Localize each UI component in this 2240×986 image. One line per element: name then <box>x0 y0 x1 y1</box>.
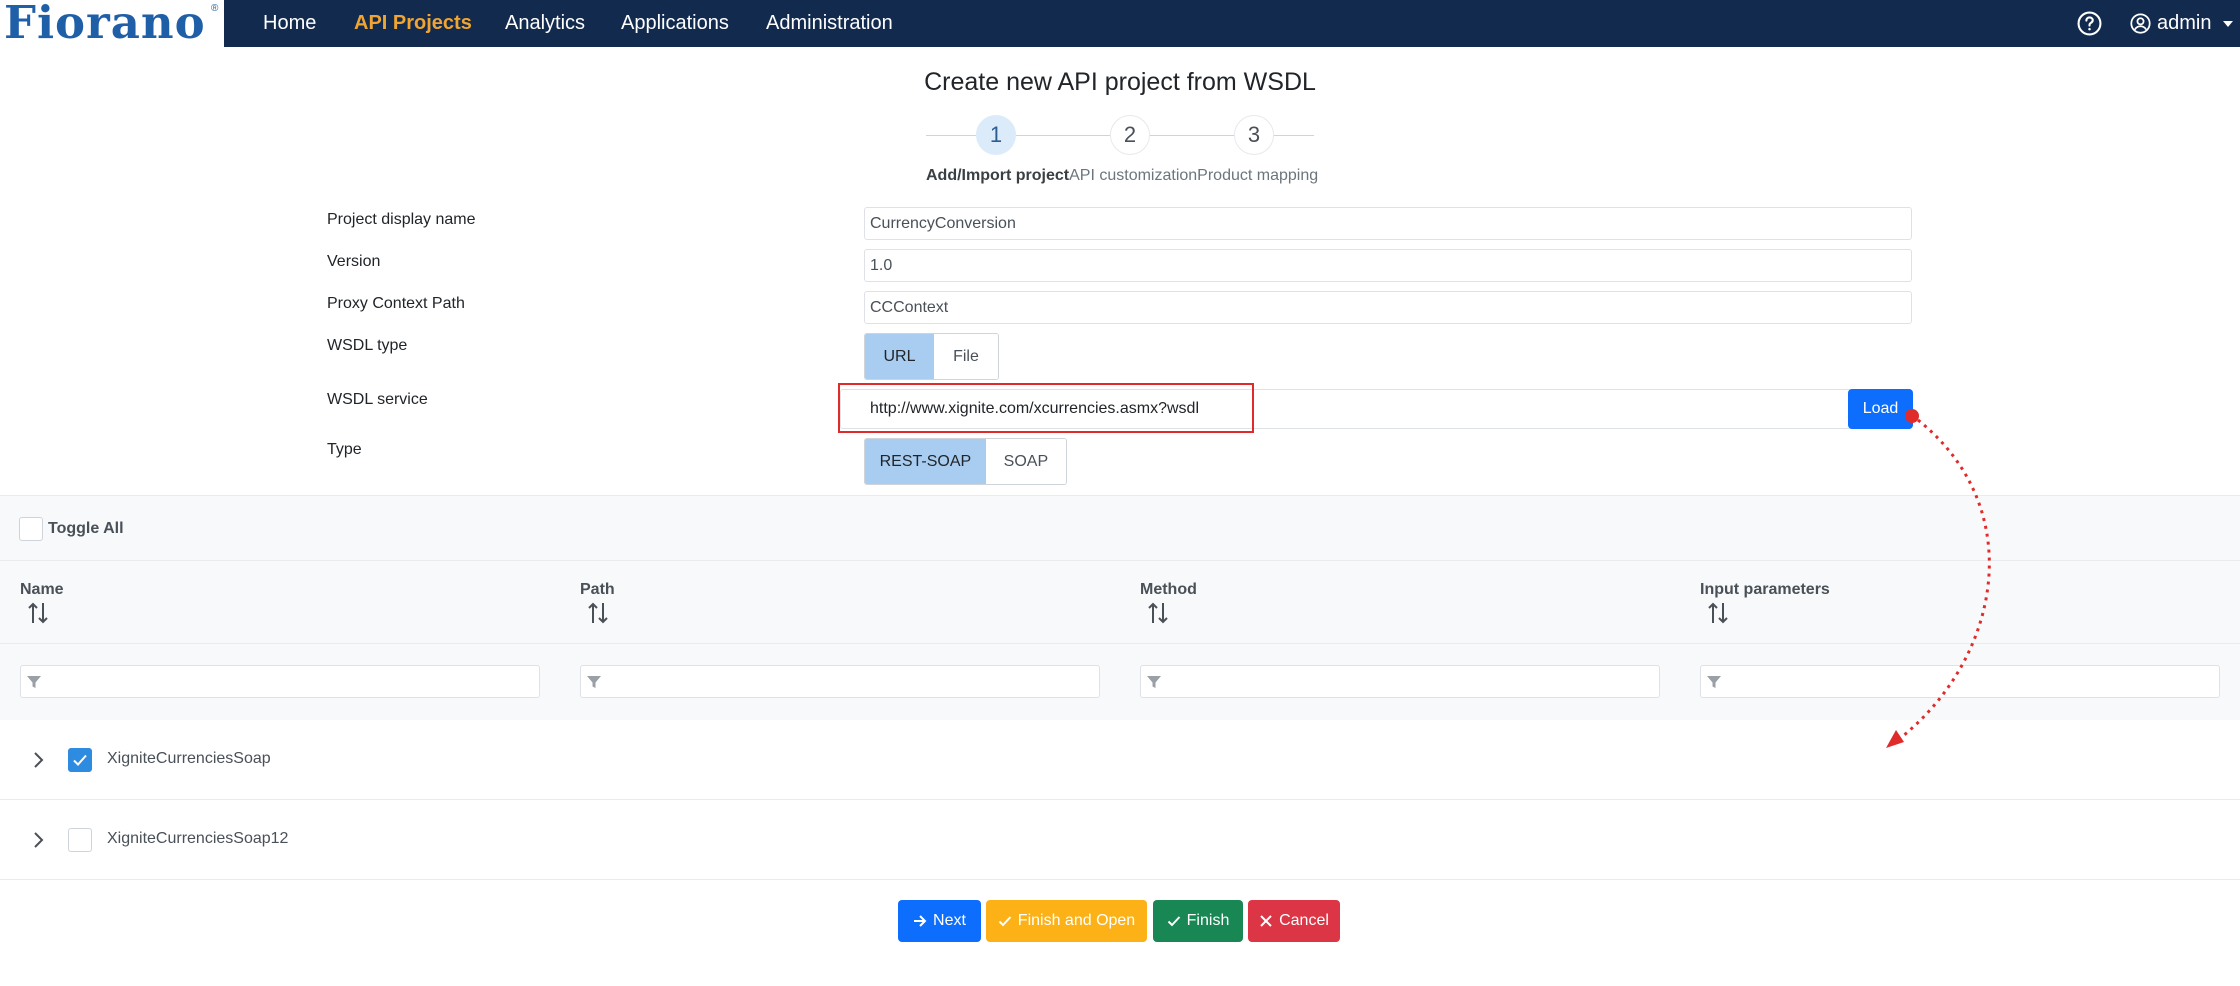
user-menu[interactable]: admin <box>2130 11 2234 36</box>
logo-text: Fiorano <box>4 0 206 49</box>
version-label: Version <box>327 253 381 270</box>
next-label: Next <box>933 912 966 929</box>
row-checkbox[interactable] <box>68 828 92 852</box>
filter-icon <box>27 676 41 688</box>
stepper-line <box>1274 135 1314 136</box>
user-circle-icon <box>2130 13 2151 34</box>
page-title: Create new API project from WSDL <box>924 68 1316 96</box>
check-icon <box>998 916 1012 927</box>
close-icon <box>1260 915 1272 927</box>
method-filter-input[interactable] <box>1140 665 1660 698</box>
load-button[interactable]: Load <box>1848 389 1913 429</box>
type-soap-button[interactable]: SOAP <box>985 439 1066 484</box>
nav-applications[interactable]: Applications <box>621 11 729 35</box>
filter-icon <box>587 676 601 688</box>
sort-icon[interactable] <box>27 601 49 625</box>
filter-icon <box>1147 676 1161 688</box>
next-button[interactable]: Next <box>898 900 981 942</box>
step-1[interactable]: 1 <box>976 115 1016 155</box>
sort-icon[interactable] <box>1147 601 1169 625</box>
column-header-input-parameters[interactable]: Input parameters <box>1700 581 1830 599</box>
check-icon <box>1167 916 1180 927</box>
filter-icon <box>1707 676 1721 688</box>
type-rest-soap-button[interactable]: REST-SOAP <box>865 439 986 484</box>
finish-button[interactable]: Finish <box>1153 900 1243 942</box>
wsdl-service-label: WSDL service <box>327 391 428 408</box>
wsdl-type-url-button[interactable]: URL <box>865 334 934 379</box>
stepper-line <box>1150 135 1234 136</box>
column-header-path[interactable]: Path <box>580 581 615 599</box>
logo-registered-mark: ® <box>211 3 219 14</box>
path-filter-input[interactable] <box>580 665 1100 698</box>
step-2-label: API customization <box>1069 167 1198 184</box>
toggle-all-row: Toggle All <box>0 496 2240 561</box>
table-row[interactable]: XigniteCurrenciesSoap <box>0 720 2240 800</box>
input-parameters-filter-input[interactable] <box>1700 665 2220 698</box>
context-path-input[interactable] <box>864 291 1912 324</box>
filter-row <box>0 644 2240 721</box>
arrow-right-icon <box>914 915 927 927</box>
step-3-label: Product mapping <box>1197 167 1319 184</box>
nav-api-projects[interactable]: API Projects <box>354 11 472 35</box>
finish-label: Finish <box>1186 912 1230 929</box>
row-name: XigniteCurrenciesSoap <box>107 750 271 767</box>
stepper-labels: Add/Import projectAPI customizationProdu… <box>926 167 1318 185</box>
sort-icon[interactable] <box>1707 601 1729 625</box>
column-header-name[interactable]: Name <box>20 581 64 599</box>
cancel-label: Cancel <box>1279 912 1329 929</box>
stepper-line <box>926 135 976 136</box>
operations-table-header: Toggle All Name Path Method Input parame… <box>0 495 2240 721</box>
step-3[interactable]: 3 <box>1234 115 1274 155</box>
user-name: admin <box>2157 12 2212 34</box>
cancel-button[interactable]: Cancel <box>1248 900 1340 942</box>
wsdl-type-label: WSDL type <box>327 337 408 354</box>
nav-home[interactable]: Home <box>263 11 316 35</box>
chevron-right-icon[interactable] <box>31 748 47 772</box>
row-checkbox[interactable] <box>68 748 92 772</box>
chevron-down-icon <box>2223 20 2234 27</box>
wsdl-type-file-button[interactable]: File <box>933 334 998 379</box>
sort-icon[interactable] <box>587 601 609 625</box>
version-input[interactable] <box>864 249 1912 282</box>
nav-analytics[interactable]: Analytics <box>505 11 585 35</box>
top-navbar: Fiorano ® Home API Projects Analytics Ap… <box>0 0 2240 49</box>
wsdl-type-toggle: URL File <box>864 333 999 380</box>
column-header-row: Name Path Method Input parameters <box>0 561 2240 644</box>
name-filter-input[interactable] <box>20 665 540 698</box>
brand-logo[interactable]: Fiorano ® <box>0 0 224 49</box>
check-icon <box>73 754 87 766</box>
question-circle-icon[interactable] <box>2077 11 2102 36</box>
toggle-all-checkbox[interactable] <box>19 517 43 541</box>
type-label: Type <box>327 441 362 458</box>
step-1-label: Add/Import project <box>926 167 1070 184</box>
context-path-label: Proxy Context Path <box>327 295 465 312</box>
table-row[interactable]: XigniteCurrenciesSoap12 <box>0 800 2240 880</box>
nav-administration[interactable]: Administration <box>766 11 893 35</box>
toggle-all-label: Toggle All <box>48 520 124 537</box>
chevron-right-icon[interactable] <box>31 828 47 852</box>
step-2[interactable]: 2 <box>1110 115 1150 155</box>
stepper-line <box>1016 135 1110 136</box>
project-name-label: Project display name <box>327 211 476 228</box>
wsdl-service-input[interactable] <box>840 389 1852 429</box>
column-header-method[interactable]: Method <box>1140 581 1197 599</box>
type-toggle: REST-SOAP SOAP <box>864 438 1067 485</box>
project-name-input[interactable] <box>864 207 1912 240</box>
row-name: XigniteCurrenciesSoap12 <box>107 830 289 847</box>
finish-and-open-label: Finish and Open <box>1017 912 1136 929</box>
finish-and-open-button[interactable]: Finish and Open <box>986 900 1147 942</box>
